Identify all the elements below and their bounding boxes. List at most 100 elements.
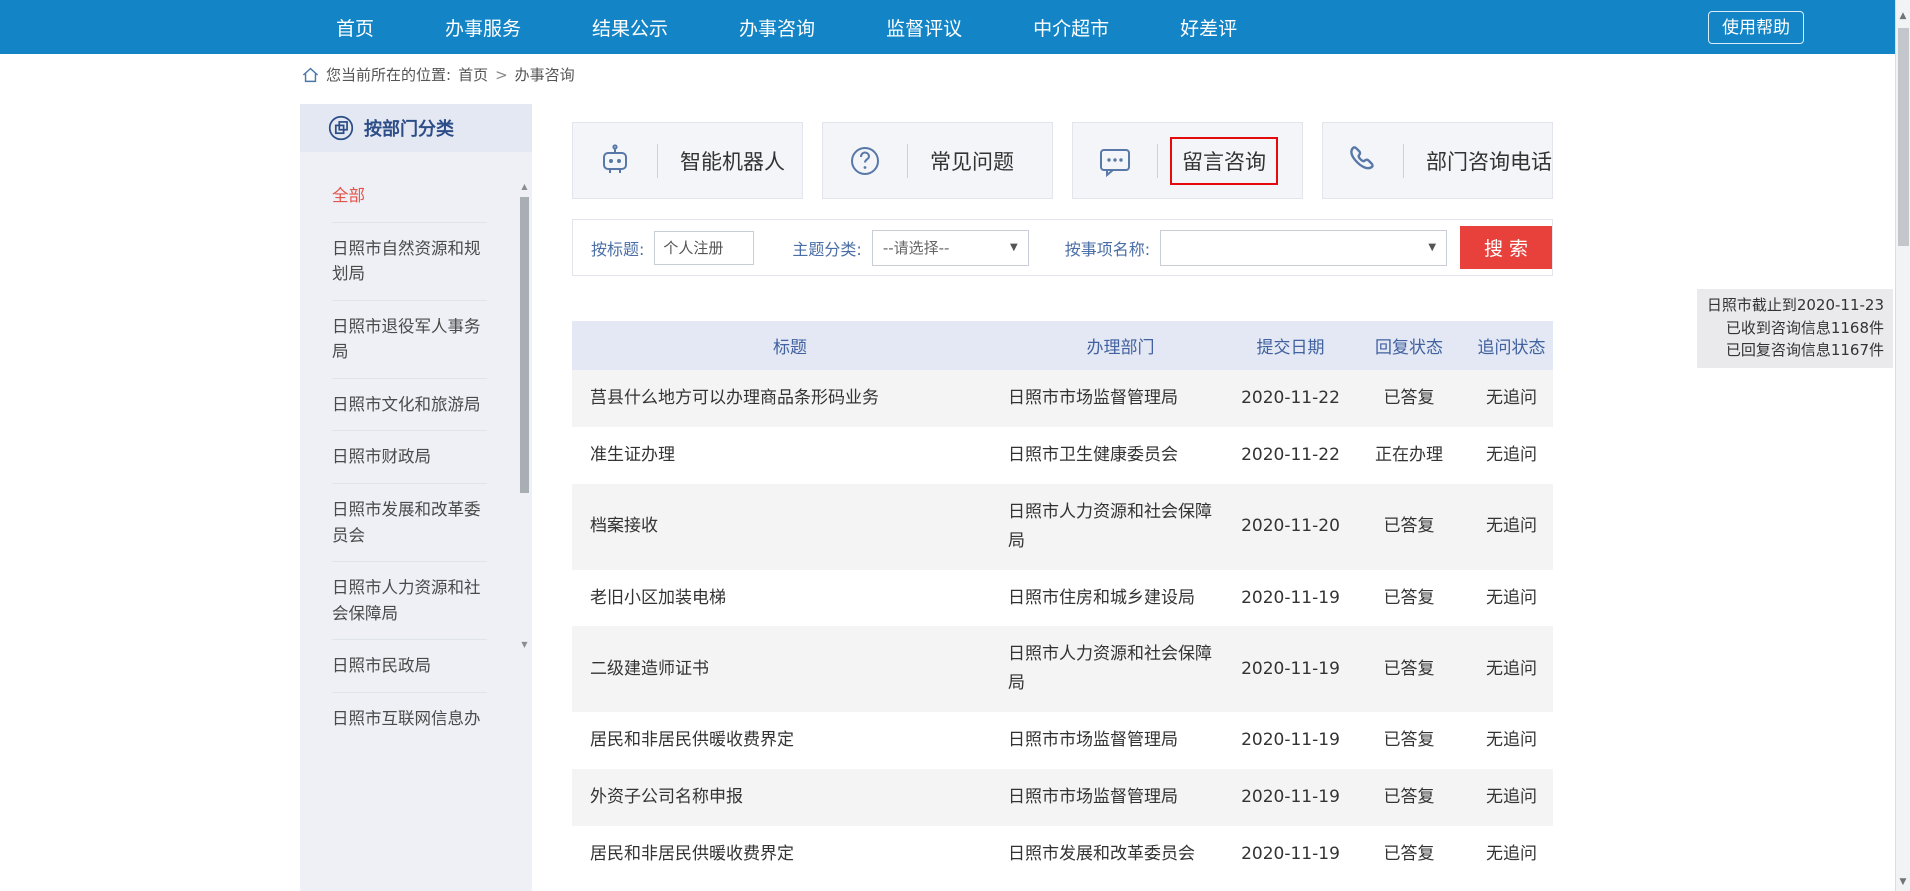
header-department: 办理部门	[1008, 321, 1233, 370]
row-title[interactable]: 准生证办理	[572, 427, 1008, 484]
nav-item[interactable]: 首页	[336, 14, 374, 41]
nav-item[interactable]: 监督评议	[886, 14, 962, 41]
chevron-down-icon: ▼	[1428, 242, 1436, 253]
tab-divider	[657, 144, 658, 178]
header-followup-status: 追问状态	[1470, 321, 1553, 370]
table-row[interactable]: 档案接收 日照市人力资源和社会保障局 2020-11-20 已答复 无追问	[572, 484, 1553, 570]
home-icon	[302, 67, 319, 83]
sidebar-item-department[interactable]: 全部	[332, 170, 487, 223]
row-followup-status: 无追问	[1470, 769, 1553, 826]
sidebar-item-department[interactable]: 日照市文化和旅游局	[332, 379, 487, 432]
row-reply-status: 已答复	[1348, 826, 1470, 883]
search-title-label: 按标题:	[591, 236, 644, 260]
nav-menu: 首页 办事服务 结果公示 办事咨询 监督评议 中介超市 好差评	[336, 0, 1237, 54]
stats-line: 已回复咨询信息1167件	[1702, 339, 1884, 362]
search-bar: 按标题: 主题分类: --请选择-- ▼ 按事项名称: ▼ 搜 索	[572, 219, 1553, 276]
row-reply-status: 已答复	[1348, 484, 1470, 570]
tab-divider	[1157, 144, 1158, 178]
scroll-down-icon[interactable]: ▼	[520, 640, 529, 650]
header-title: 标题	[572, 321, 1008, 370]
category-select[interactable]: --请选择-- ▼	[872, 230, 1029, 266]
sidebar-item-department[interactable]: 日照市财政局	[332, 431, 487, 484]
nav-item[interactable]: 办事服务	[445, 14, 521, 41]
row-date: 2020-11-20	[1233, 484, 1348, 570]
table-header-row: 标题 办理部门 提交日期 回复状态 追问状态	[572, 321, 1553, 370]
scroll-down-icon[interactable]: ▼	[1896, 877, 1910, 887]
table-row[interactable]: 外资子公司名称申报 日照市市场监督管理局 2020-11-19 已答复 无追问	[572, 769, 1553, 826]
sidebar-item-department[interactable]: 日照市发展和改革委员会	[332, 484, 487, 562]
row-date: 2020-11-22	[1233, 427, 1348, 484]
tab-faq[interactable]: 常见问题	[822, 122, 1053, 199]
tab-message-consult[interactable]: 留言咨询	[1072, 122, 1303, 199]
tab-smart-robot[interactable]: 智能机器人	[572, 122, 803, 199]
table-row[interactable]: 准生证办理 日照市卫生健康委员会 2020-11-22 正在办理 无追问	[572, 427, 1553, 484]
row-followup-status: 无追问	[1470, 370, 1553, 427]
row-reply-status: 已答复	[1348, 570, 1470, 627]
item-name-select[interactable]: ▼	[1160, 230, 1447, 266]
stats-line: 已收到咨询信息1168件	[1702, 317, 1884, 340]
row-date: 2020-11-19	[1233, 826, 1348, 883]
robot-icon	[573, 143, 657, 179]
sidebar-item-department[interactable]: 日照市互联网信息办	[332, 693, 487, 745]
page-scrollbar-thumb[interactable]	[1898, 28, 1909, 246]
row-date: 2020-11-22	[1233, 370, 1348, 427]
nav-item[interactable]: 中介超市	[1033, 14, 1109, 41]
scroll-up-icon[interactable]: ▲	[1896, 11, 1910, 21]
row-reply-status: 已答复	[1348, 626, 1470, 712]
consultation-table-body: 莒县什么地方可以办理商品条形码业务 日照市市场监督管理局 2020-11-22 …	[572, 370, 1553, 883]
stats-line: 日照市截止到2020-11-23	[1702, 294, 1884, 317]
search-button[interactable]: 搜 索	[1460, 226, 1552, 269]
row-department: 日照市住房和城乡建设局	[1008, 570, 1233, 627]
row-title[interactable]: 外资子公司名称申报	[572, 769, 1008, 826]
nav-item[interactable]: 办事咨询	[739, 14, 815, 41]
category-label: 主题分类:	[792, 236, 861, 260]
row-date: 2020-11-19	[1233, 570, 1348, 627]
breadcrumb-separator: >	[495, 66, 508, 84]
scroll-up-icon[interactable]: ▲	[520, 182, 529, 192]
consult-tabs: 智能机器人 常见问题	[572, 122, 1553, 199]
row-followup-status: 无追问	[1470, 626, 1553, 712]
row-title[interactable]: 居民和非居民供暖收费界定	[572, 712, 1008, 769]
nav-item[interactable]: 好差评	[1180, 14, 1237, 41]
row-followup-status: 无追问	[1470, 712, 1553, 769]
row-department: 日照市人力资源和社会保障局	[1008, 484, 1233, 570]
tab-phone-consult[interactable]: 部门咨询电话	[1322, 122, 1553, 199]
question-icon	[823, 143, 907, 179]
sidebar-scrollbar-thumb[interactable]	[520, 197, 529, 493]
tab-divider	[1403, 144, 1404, 178]
breadcrumb-home-link[interactable]: 首页	[458, 64, 488, 85]
title-search-input[interactable]	[654, 231, 754, 265]
sidebar-item-department[interactable]: 日照市自然资源和规划局	[332, 223, 487, 301]
table-row[interactable]: 莒县什么地方可以办理商品条形码业务 日照市市场监督管理局 2020-11-22 …	[572, 370, 1553, 427]
row-title[interactable]: 莒县什么地方可以办理商品条形码业务	[572, 370, 1008, 427]
phone-icon	[1323, 143, 1403, 179]
row-title[interactable]: 二级建造师证书	[572, 626, 1008, 712]
table-row[interactable]: 老旧小区加装电梯 日照市住房和城乡建设局 2020-11-19 已答复 无追问	[572, 570, 1553, 627]
table-row[interactable]: 居民和非居民供暖收费界定 日照市市场监督管理局 2020-11-19 已答复 无…	[572, 712, 1553, 769]
consultation-table: 标题 办理部门 提交日期 回复状态 追问状态 莒县什么地方可以办理商品条形码业务…	[572, 321, 1553, 883]
tab-label: 智能机器人	[680, 146, 785, 176]
header-date: 提交日期	[1233, 321, 1348, 370]
sidebar-item-department[interactable]: 日照市民政局	[332, 640, 487, 693]
row-title[interactable]: 老旧小区加装电梯	[572, 570, 1008, 627]
table-row[interactable]: 居民和非居民供暖收费界定 日照市发展和改革委员会 2020-11-19 已答复 …	[572, 826, 1553, 883]
row-department: 日照市发展和改革委员会	[1008, 826, 1233, 883]
item-name-label: 按事项名称:	[1065, 236, 1150, 260]
row-title[interactable]: 居民和非居民供暖收费界定	[572, 826, 1008, 883]
tab-label: 常见问题	[930, 146, 1014, 176]
top-navigation-bar: 首页 办事服务 结果公示 办事咨询 监督评议 中介超市 好差评 使用帮助	[0, 0, 1910, 54]
main-content: 智能机器人 常见问题	[572, 122, 1553, 883]
row-title[interactable]: 档案接收	[572, 484, 1008, 570]
help-button[interactable]: 使用帮助	[1708, 11, 1804, 44]
sidebar-title: 按部门分类	[364, 115, 454, 141]
table-row[interactable]: 二级建造师证书 日照市人力资源和社会保障局 2020-11-19 已答复 无追问	[572, 626, 1553, 712]
breadcrumb-current: 办事咨询	[515, 64, 575, 85]
tab-divider	[907, 144, 908, 178]
row-followup-status: 无追问	[1470, 484, 1553, 570]
page-scrollbar: ▲ ▼	[1895, 0, 1910, 891]
row-department: 日照市市场监督管理局	[1008, 769, 1233, 826]
message-icon	[1073, 143, 1157, 179]
sidebar-item-department[interactable]: 日照市退役军人事务局	[332, 301, 487, 379]
nav-item[interactable]: 结果公示	[592, 14, 668, 41]
sidebar-item-department[interactable]: 日照市人力资源和社会保障局	[332, 562, 487, 640]
